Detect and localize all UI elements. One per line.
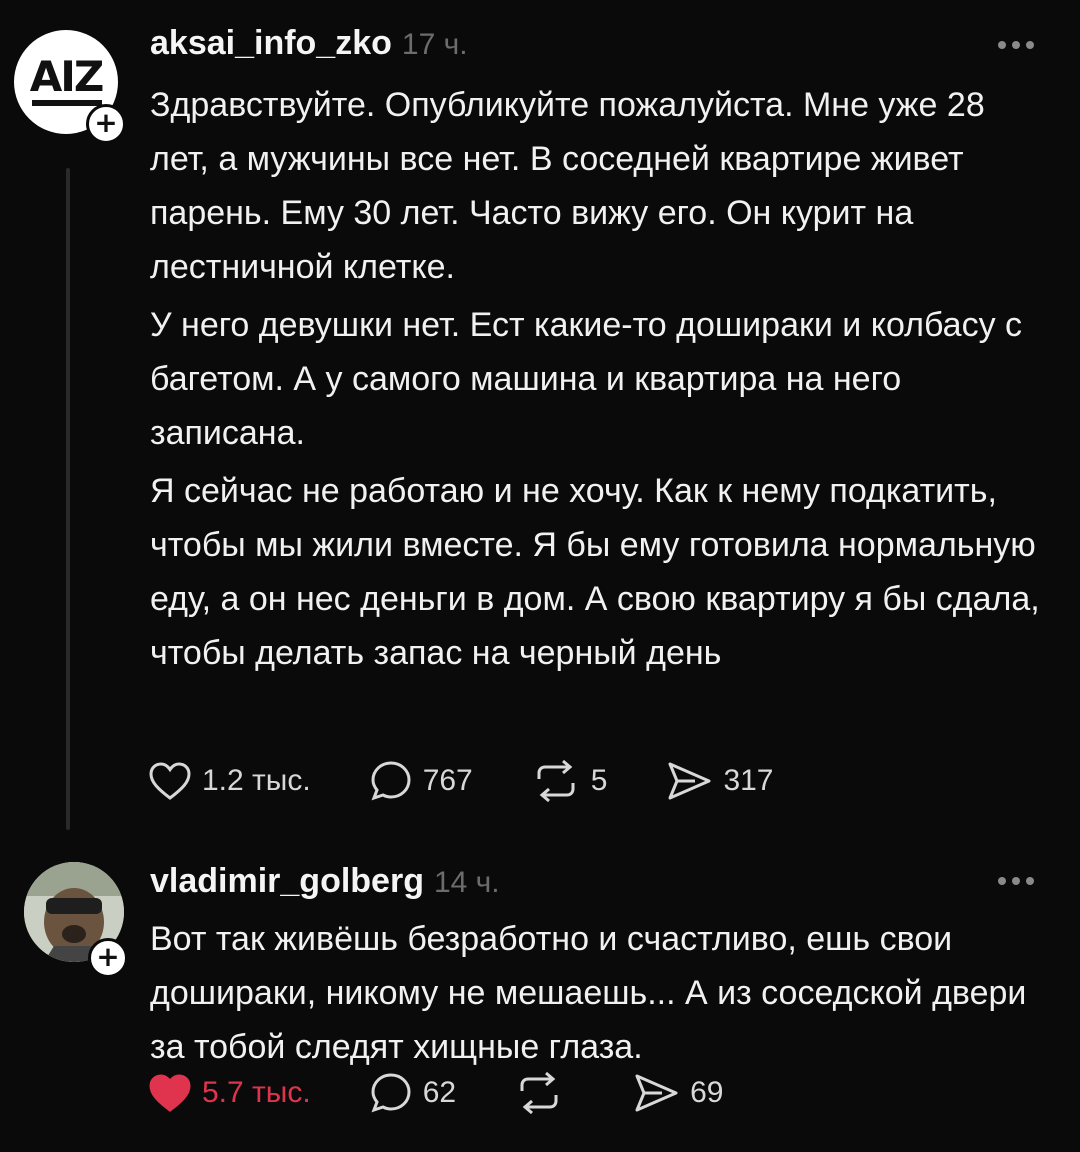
share-button[interactable]: 69	[632, 1072, 723, 1114]
comment-button[interactable]: 62	[369, 1071, 456, 1115]
post-text: Здравствуйте. Опубликуйте пожалуйста. Мн…	[150, 78, 1050, 684]
post-header: vladimir_golberg 14 ч.	[150, 862, 500, 901]
repost-button[interactable]	[514, 1071, 574, 1115]
post-paragraph: Я сейчас не работаю и не хочу. Как к нем…	[150, 472, 1040, 672]
post-paragraph: Здравствуйте. Опубликуйте пожалуйста. Мн…	[150, 86, 985, 286]
share-count: 69	[690, 1076, 724, 1109]
repost-button[interactable]: 5	[531, 759, 608, 803]
post: AIZ + aksai_info_zko 17 ч. Здравствуйте. …	[0, 0, 1080, 840]
comment-bubble-icon	[371, 1073, 411, 1113]
send-icon	[668, 762, 711, 800]
repost-count: 5	[590, 764, 608, 797]
post-paragraph: Вот так живёшь безработно и счастливо, е…	[150, 920, 1027, 1066]
repost-arrows-icon	[520, 1071, 558, 1115]
comment-button[interactable]: 767	[369, 759, 473, 803]
like-button[interactable]: 5.7 тыс.	[148, 1073, 311, 1113]
username[interactable]: vladimir_golberg	[150, 862, 424, 900]
plus-icon[interactable]: +	[88, 938, 128, 978]
avatar-logo-bar	[32, 100, 102, 106]
share-count: 317	[723, 764, 774, 797]
like-button[interactable]: 1.2 тыс.	[148, 761, 311, 801]
plus-icon[interactable]: +	[86, 104, 126, 144]
username[interactable]: aksai_info_zko	[150, 24, 392, 62]
comment-count: 62	[422, 1076, 457, 1109]
heart-icon	[149, 762, 191, 800]
like-count: 1.2 тыс.	[202, 764, 311, 797]
more-dots-icon[interactable]	[998, 872, 1046, 886]
avatar-logo-text: AIZ	[29, 52, 105, 101]
like-count: 5.7 тыс.	[202, 1076, 311, 1109]
action-bar: 1.2 тыс. 767 5 317	[148, 756, 832, 806]
repost-arrows-icon	[537, 759, 575, 803]
post-text: Вот так живёшь безработно и счастливо, е…	[150, 912, 1050, 1078]
comment-bubble-icon	[371, 761, 411, 801]
timestamp: 17 ч.	[401, 28, 468, 61]
heart-icon	[149, 1074, 191, 1112]
share-button[interactable]: 317	[665, 760, 774, 802]
post-paragraph: У него девушки нет. Ест какие-то доширак…	[150, 306, 1023, 452]
action-bar: 5.7 тыс. 62 69	[148, 1068, 781, 1118]
send-icon	[635, 1074, 678, 1112]
post-header: aksai_info_zko 17 ч.	[150, 24, 468, 63]
timestamp: 14 ч.	[433, 866, 500, 899]
comment-count: 767	[422, 764, 473, 797]
thread-line	[66, 168, 70, 830]
reply-post: + vladimir_golberg 14 ч. Вот так живёшь б…	[0, 840, 1080, 1152]
more-dots-icon[interactable]	[998, 36, 1046, 50]
